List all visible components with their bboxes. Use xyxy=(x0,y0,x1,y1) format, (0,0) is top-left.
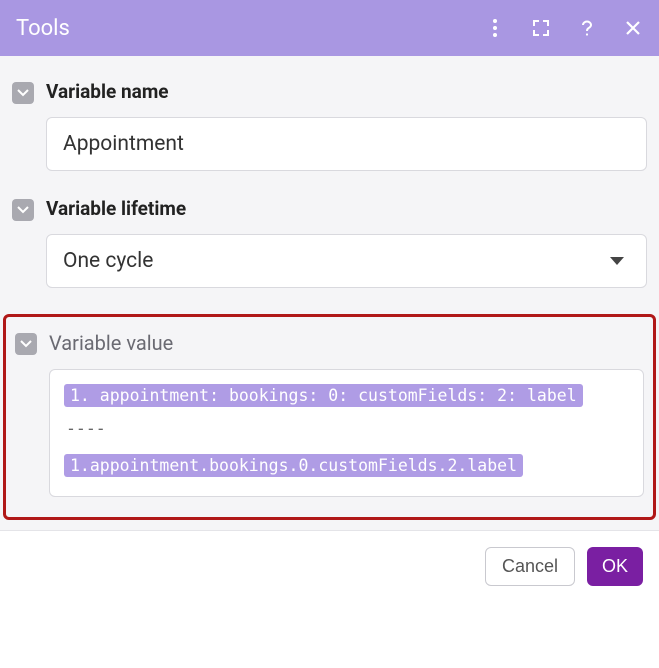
titlebar: Tools xyxy=(0,0,659,56)
code-token: 1.appointment.bookings.0.customFields.2.… xyxy=(64,454,523,477)
select-value: One cycle xyxy=(63,249,153,273)
variable-name-input[interactable]: Appointment xyxy=(46,117,647,171)
dialog-footer: Cancel OK xyxy=(0,531,659,602)
collapse-toggle[interactable] xyxy=(15,333,37,355)
section-variable-value-highlight: Variable value 1. appointment: bookings:… xyxy=(3,314,656,520)
titlebar-actions xyxy=(485,18,643,38)
collapse-toggle[interactable] xyxy=(12,199,34,221)
variable-lifetime-label: Variable lifetime xyxy=(46,197,647,220)
cancel-button[interactable]: Cancel xyxy=(485,547,575,586)
expand-icon[interactable] xyxy=(531,18,551,38)
collapse-toggle[interactable] xyxy=(12,82,34,104)
section-variable-name: Variable name Appointment xyxy=(12,80,647,171)
code-separator: ---- xyxy=(64,409,629,452)
variable-lifetime-select[interactable]: One cycle xyxy=(46,234,647,288)
variable-value-label: Variable value xyxy=(49,331,644,355)
close-icon[interactable] xyxy=(623,18,643,38)
section-variable-lifetime: Variable lifetime One cycle xyxy=(12,197,647,288)
variable-value-editor[interactable]: 1. appointment: bookings: 0: customField… xyxy=(49,369,644,497)
code-token: 1. appointment: bookings: 0: customField… xyxy=(64,384,583,407)
more-icon[interactable] xyxy=(485,18,505,38)
dialog-body: Variable name Appointment Variable lifet… xyxy=(0,56,659,531)
help-icon[interactable] xyxy=(577,18,597,38)
titlebar-title: Tools xyxy=(16,16,485,41)
chevron-down-icon xyxy=(610,257,624,265)
ok-button[interactable]: OK xyxy=(587,547,643,586)
variable-name-label: Variable name xyxy=(46,80,647,103)
